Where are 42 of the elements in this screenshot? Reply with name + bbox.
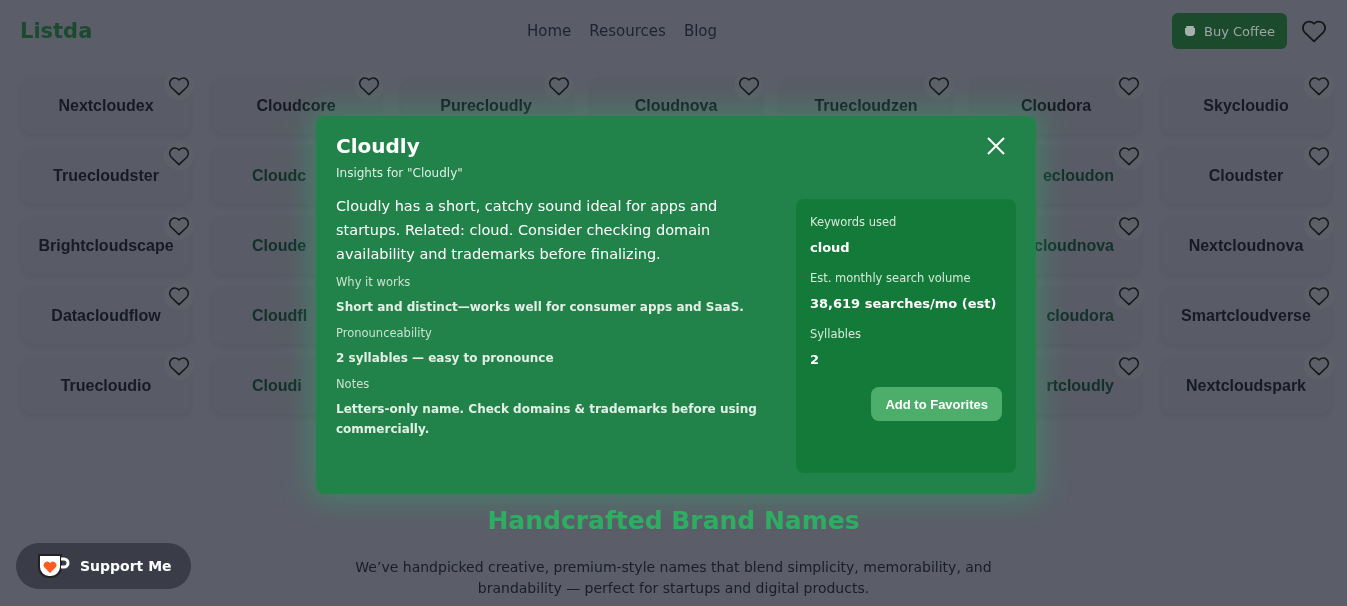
support-me-button[interactable]: Support Me xyxy=(16,543,191,589)
brand-name: Datacloudflow xyxy=(51,307,161,325)
nav-link[interactable]: Resources xyxy=(589,22,666,40)
brand-name: cloudora xyxy=(1046,307,1114,325)
brand-name: ecloudon xyxy=(1042,167,1114,185)
brand-name: Cloudi xyxy=(252,377,302,395)
nav-link[interactable]: Blog xyxy=(683,22,718,40)
brand-name: Cloudster xyxy=(1208,167,1284,185)
add-to-favorites-button[interactable]: Add to Favorites xyxy=(871,387,1002,421)
close-icon[interactable] xyxy=(986,136,1006,156)
brand-name: Nextcloudex xyxy=(58,97,154,115)
stat-label: Keywords used xyxy=(810,215,898,229)
brand-name: Cloudc xyxy=(252,167,307,185)
stat-value: 2 xyxy=(810,351,821,369)
cup-heart-icon xyxy=(36,551,70,581)
nav-link[interactable]: Home xyxy=(527,22,572,40)
stat-label: Est. monthly search volume xyxy=(810,271,972,285)
brand-name: Brightcloudscape xyxy=(38,237,174,255)
stat-value: cloud xyxy=(810,239,851,257)
brand-name: Nextcloudnova xyxy=(1188,237,1304,255)
stat-label: Syllables xyxy=(810,327,863,341)
brand-name: Smartcloudverse xyxy=(1181,307,1311,325)
brand-name: Truecloudster xyxy=(53,167,159,185)
section-heading: Handcrafted Brand Names xyxy=(486,506,861,535)
section-text: We’ve handpicked creative, premium-style names that blend simplicity, memorability, and brandability — perfect for startups and digital products. xyxy=(354,558,993,598)
brand-name: Cloude xyxy=(252,237,307,255)
section-label: Why it works xyxy=(336,275,412,289)
brand-name: Skycloudio xyxy=(1203,97,1289,115)
brand-name: Cloudora xyxy=(1020,97,1092,115)
brand-name: rtcloudly xyxy=(1046,377,1114,395)
buy-coffee-button[interactable]: Buy Coffee xyxy=(1172,13,1287,49)
brand-name: Truecloudzen xyxy=(814,97,918,115)
favorites-heart-icon[interactable] xyxy=(1301,19,1327,43)
brand-name: Purecloudly xyxy=(440,97,532,115)
brand-name: Truecloudio xyxy=(60,377,152,395)
section-label: Notes xyxy=(336,377,371,391)
brand-name: cloudnova xyxy=(1034,237,1114,255)
brand-name: Cloudnova xyxy=(634,97,718,115)
site-logo[interactable]: Listda xyxy=(20,19,320,43)
brand-name: Cloudcore xyxy=(256,97,336,115)
brand-name: Nextcloudspark xyxy=(1185,377,1306,395)
brand-name: Cloudfl xyxy=(252,307,308,325)
